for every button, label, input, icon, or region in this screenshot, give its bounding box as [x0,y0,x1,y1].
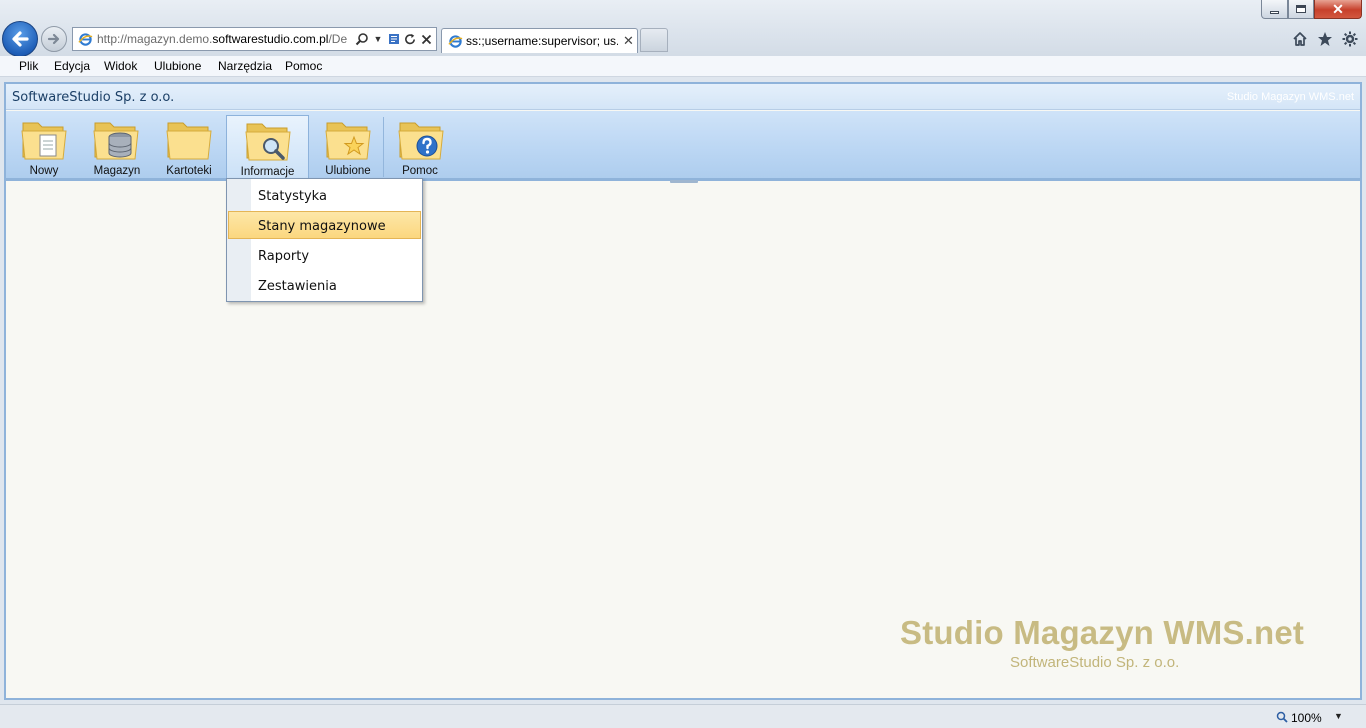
ie-tab-icon [447,33,463,49]
ribbon-button-new[interactable]: Nowy [16,115,72,179]
url-prefix: http://magazyn.demo. [97,32,213,46]
ribbon-splitter[interactable] [670,180,698,183]
help-folder-icon [398,122,444,160]
refresh-icon[interactable] [402,31,418,47]
home-icon[interactable] [1291,30,1309,48]
ribbon-button-help[interactable]: Pomoc [392,115,448,179]
dropdown-item-label: Zestawienia [258,279,337,294]
status-bar: 100% ▼ [0,704,1366,728]
url-host: softwarestudio.com.pl [212,32,329,46]
maximize-icon [1296,5,1306,13]
minimize-button[interactable] [1261,0,1288,19]
ribbon-toolbar: Nowy Magazyn Kartoteki Informacje Ulubio… [6,111,1360,181]
ribbon-label-warehouse: Magazyn [93,165,141,177]
back-button[interactable] [2,21,38,57]
ribbon-label-new: Nowy [29,165,59,177]
zoom-magnifier-icon[interactable] [1276,711,1288,726]
information-dropdown-menu: Statystyka Stany magazynowe Raporty Zest… [226,178,423,302]
ribbon-label-information: Informacje [240,166,295,178]
tab-close-icon[interactable]: ✕ [623,33,634,49]
product-title: Studio Magazyn WMS.net [1226,91,1354,103]
back-arrow-icon [12,31,29,47]
menu-file[interactable]: Plik [19,59,38,73]
minimize-icon [1270,10,1279,14]
content-area: Studio Magazyn WMS.net SoftwareStudio Sp… [6,188,1360,698]
dropdown-item-label: Raporty [258,249,310,264]
ribbon-button-favorites[interactable]: Ulubione [316,115,380,179]
magnifier-folder-icon [245,123,291,161]
database-folder-icon [93,122,139,160]
search-icon[interactable] [354,31,370,47]
company-title: SoftwareStudio Sp. z o.o. [12,90,175,105]
forward-button[interactable] [41,26,67,52]
dropdown-item-reports[interactable]: Raporty [228,241,421,269]
menu-bar: Plik Edycja Widok Ulubione Narzędzia Pom… [0,56,1366,77]
ribbon-button-records[interactable]: Kartoteki [160,115,218,179]
watermark-title: Studio Magazyn WMS.net [900,614,1305,651]
url-suffix: /De [328,32,348,46]
dropdown-item-stock-levels[interactable]: Stany magazynowe [228,211,421,239]
maximize-button[interactable] [1288,0,1314,19]
dropdown-arrow-icon[interactable]: ▼ [370,31,386,47]
menu-favorites[interactable]: Ulubione [154,59,201,73]
menu-tools[interactable]: Narzędzia [218,59,272,73]
menu-edit[interactable]: Edycja [54,59,90,73]
ribbon-button-information[interactable]: Informacje [226,115,309,179]
favorites-star-icon[interactable] [1316,30,1334,48]
zoom-dropdown-arrow-icon[interactable]: ▼ [1334,711,1343,721]
browser-tab-active[interactable]: ss:;username:supervisor; us... ✕ [441,28,638,53]
watermark-subtitle: SoftwareStudio Sp. z o.o. [1010,654,1180,671]
dropdown-item-statistics[interactable]: Statystyka [228,181,421,209]
ribbon-button-warehouse[interactable]: Magazyn [88,115,146,179]
address-bar[interactable]: http://magazyn.demo.softwarestudio.com.p… [72,27,437,51]
ribbon-separator [383,117,384,177]
dropdown-item-label: Statystyka [258,189,327,204]
dropdown-item-summaries[interactable]: Zestawienia [228,271,421,299]
ribbon-label-favorites: Ulubione [325,165,371,177]
ie-page-icon [77,31,93,47]
app-frame: SoftwareStudio Sp. z o.o. Studio Magazyn… [4,82,1362,700]
tab-title: ss:;username:supervisor; us... [466,34,618,48]
new-tab-button[interactable] [640,28,668,52]
tools-gear-icon[interactable] [1341,30,1359,48]
menu-view[interactable]: Widok [104,59,137,73]
ribbon-label-records: Kartoteki [166,165,212,177]
address-url[interactable]: http://magazyn.demo.softwarestudio.com.p… [97,32,351,46]
browser-top-bar: ✕ http://magazyn.demo.softwarestudio.com… [0,0,1366,57]
compatibility-view-icon[interactable] [386,31,402,47]
close-window-button[interactable]: ✕ [1314,0,1362,19]
app-header: SoftwareStudio Sp. z o.o. Studio Magazyn… [6,84,1360,110]
forward-arrow-icon [47,33,60,45]
dropdown-item-label: Stany magazynowe [258,219,386,234]
close-icon: ✕ [1332,0,1344,17]
zoom-level[interactable]: 100% [1291,711,1322,725]
menu-help[interactable]: Pomoc [285,59,322,73]
stop-icon[interactable] [418,31,434,47]
star-folder-icon [325,122,371,160]
new-document-folder-icon [21,122,67,160]
folder-icon [166,122,212,160]
ribbon-label-help: Pomoc [402,165,438,177]
